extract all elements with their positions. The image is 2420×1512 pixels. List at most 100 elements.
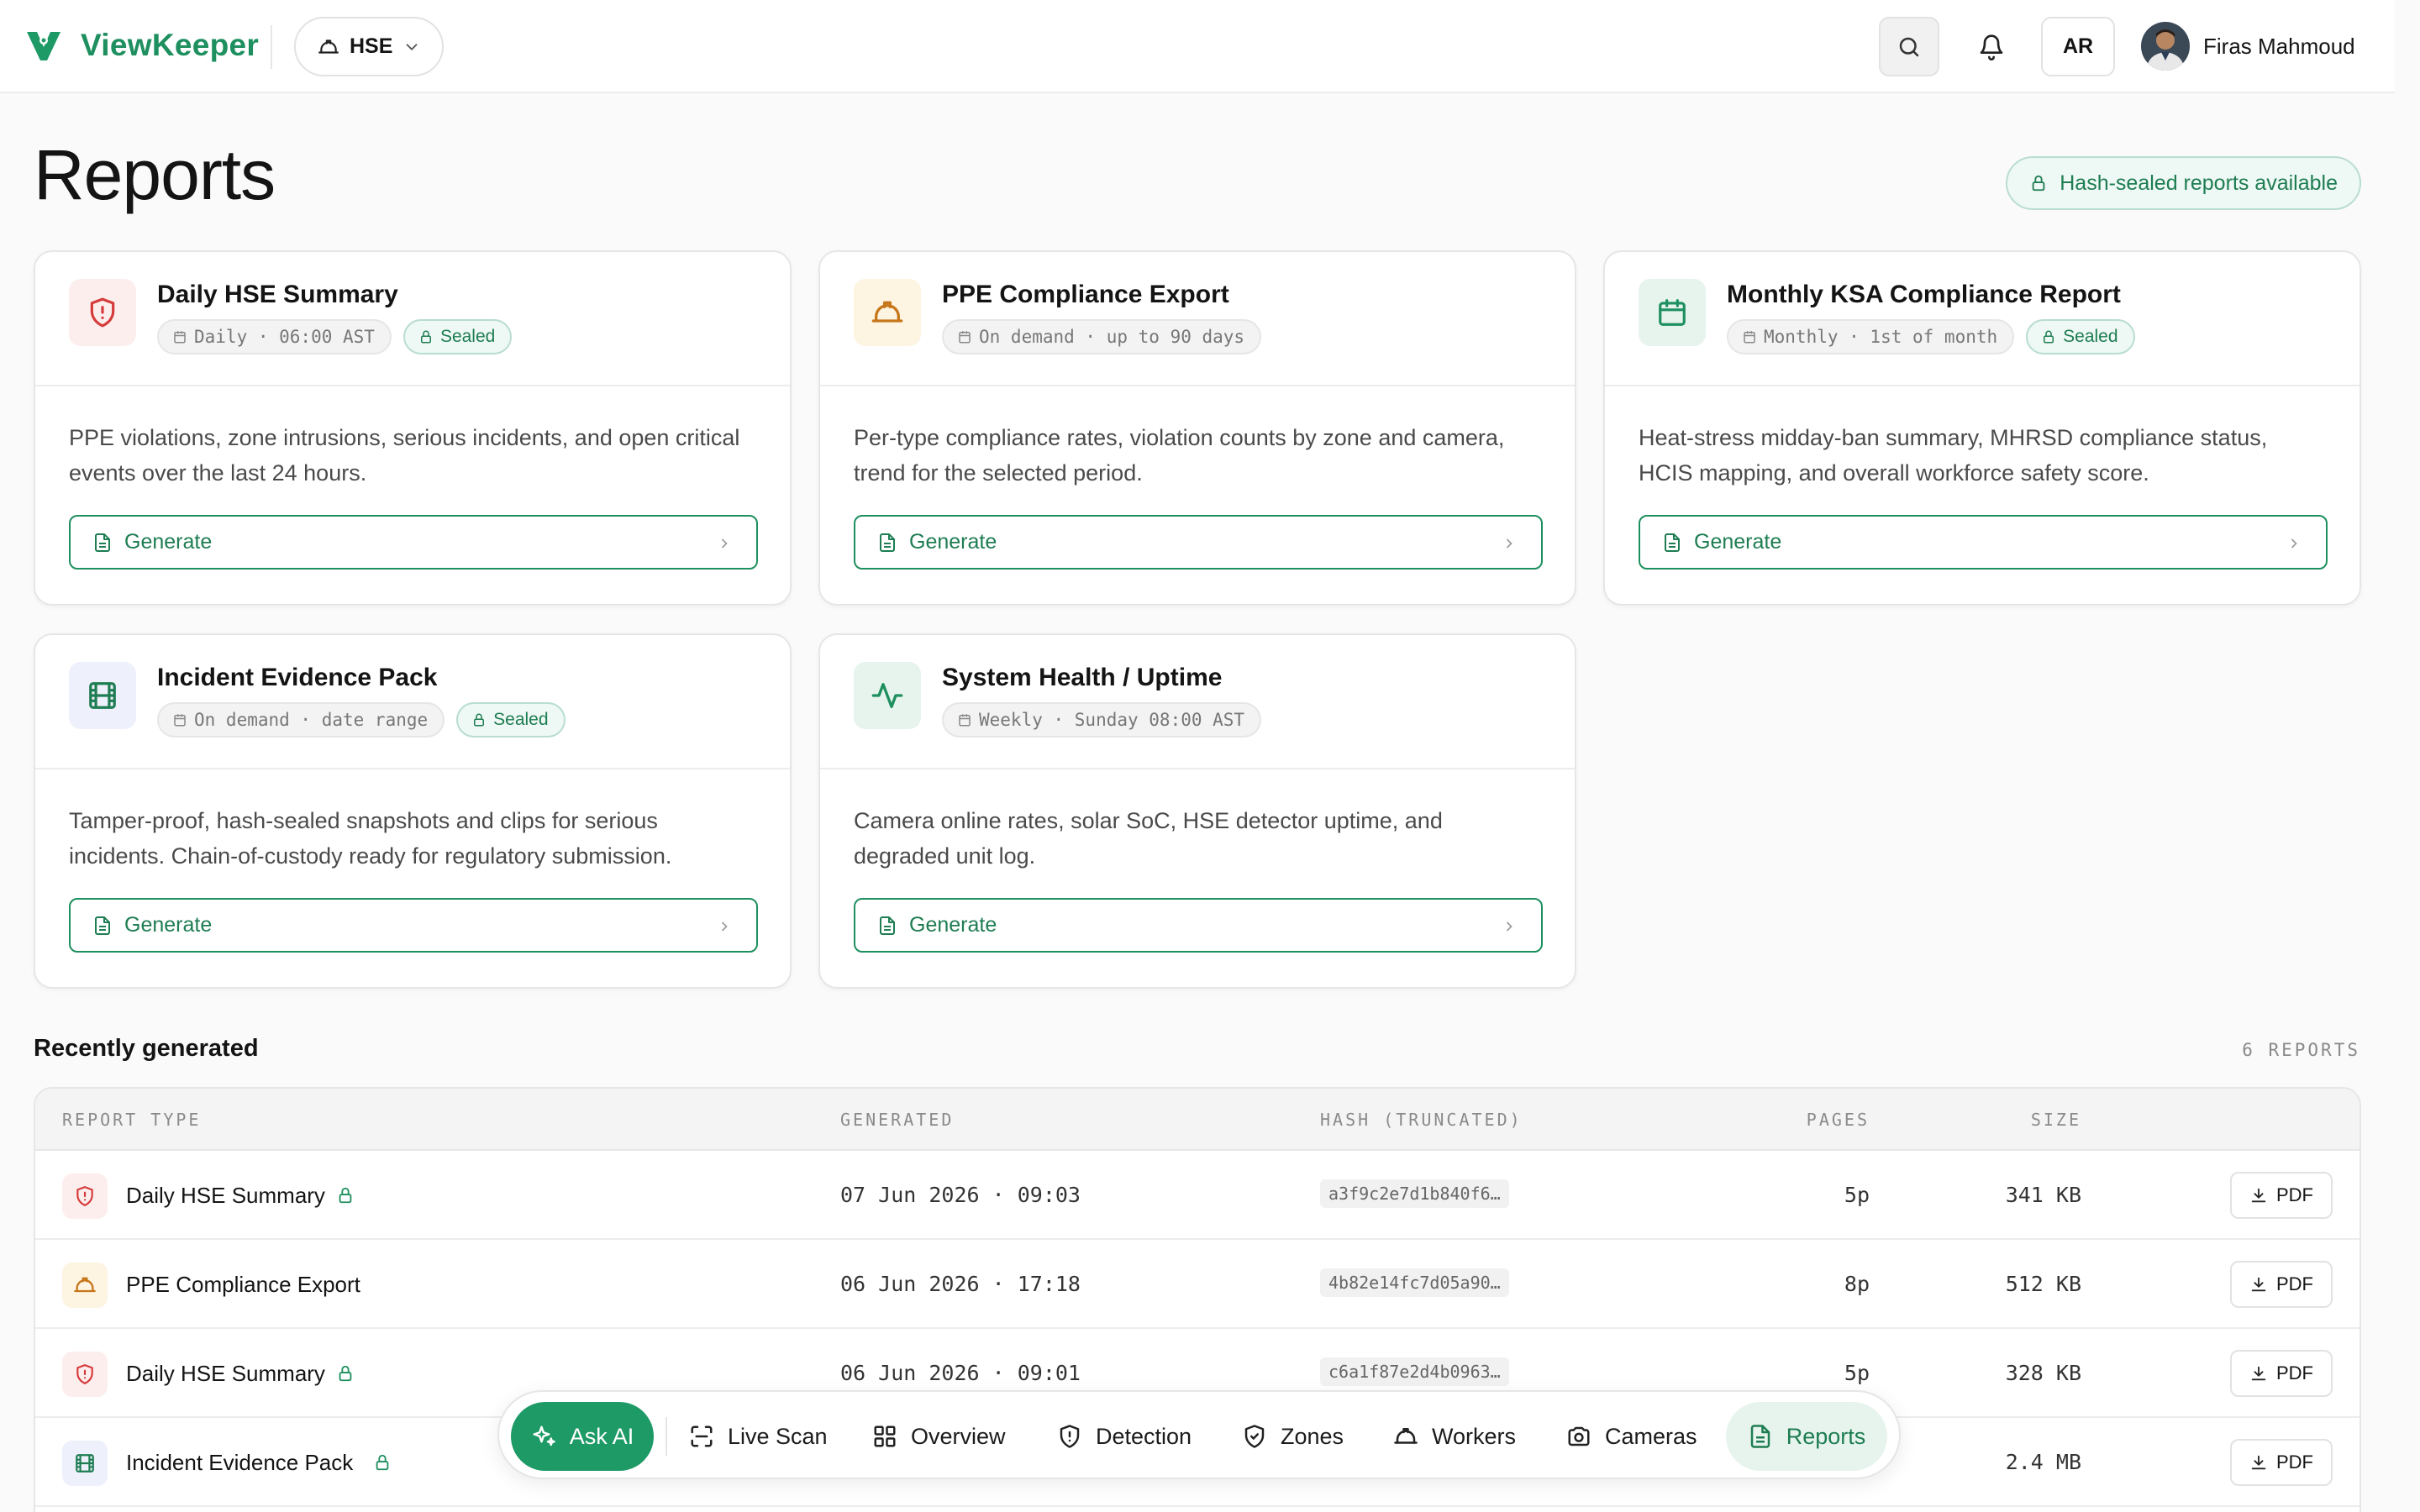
sealed-tag: Sealed <box>456 702 566 738</box>
column-header[interactable]: HASH (TRUNCATED) <box>1320 1110 1523 1130</box>
dock-divider <box>666 1417 667 1456</box>
generated-at: 06 Jun 2026 · 09:01 <box>840 1361 1081 1385</box>
nav-label: Overview <box>911 1423 1006 1449</box>
generate-label: Generate <box>124 530 213 554</box>
app-logo[interactable]: ViewKeeper <box>24 25 259 66</box>
column-header[interactable]: REPORT TYPE <box>62 1110 201 1130</box>
table-header: REPORT TYPE GENERATED HASH (TRUNCATED) P… <box>35 1089 2360 1151</box>
hash-value: 4b82e14fc7d05a90… <box>1320 1268 1509 1297</box>
search-button[interactable] <box>1879 17 1939 76</box>
file-text-icon <box>1750 1425 1770 1448</box>
schedule-label: On demand · date range <box>194 710 429 730</box>
chevron-right-icon <box>721 921 728 932</box>
download-icon <box>2251 1455 2266 1470</box>
generate-button[interactable]: Generate <box>854 515 1543 570</box>
top-bar: ViewKeeper HSE AR Firas Mahmoud <box>0 0 2395 93</box>
card-description: Tamper-proof, hash-sealed snapshots and … <box>69 808 672 869</box>
generate-label: Generate <box>909 913 997 937</box>
nav-live-scan[interactable]: Live Scan <box>689 1402 828 1471</box>
download-pdf-button[interactable]: PDF <box>2230 1439 2333 1486</box>
hash-sealed-label: Hash-sealed reports available <box>2060 171 2338 195</box>
generate-button[interactable]: Generate <box>69 898 758 953</box>
file-size: 2.4 MB <box>2005 1450 2081 1474</box>
lock-icon <box>2044 330 2054 344</box>
card-header: Incident Evidence Pack On demand · date … <box>35 635 790 769</box>
calendar-icon <box>174 714 186 727</box>
nav-workers[interactable]: Workers <box>1393 1402 1516 1471</box>
nav-label: Cameras <box>1605 1423 1697 1449</box>
generate-button[interactable]: Generate <box>854 898 1543 953</box>
nav-cameras[interactable]: Cameras <box>1566 1402 1697 1471</box>
hard-hat-icon <box>318 39 339 54</box>
chevron-right-icon <box>721 538 728 549</box>
report-card-incident-evidence: Incident Evidence Pack On demand · date … <box>34 633 792 989</box>
nav-label: Zones <box>1281 1423 1344 1449</box>
column-header[interactable]: SIZE <box>2031 1110 2081 1130</box>
sealed-tag: Sealed <box>402 319 513 354</box>
activity-icon <box>871 683 903 708</box>
card-title: PPE Compliance Export <box>942 281 1229 308</box>
user-menu[interactable]: Firas Mahmoud <box>2141 22 2355 71</box>
card-description: Camera online rates, solar SoC, HSE dete… <box>854 808 1443 869</box>
column-header[interactable]: GENERATED <box>840 1110 954 1130</box>
card-title: Monthly KSA Compliance Report <box>1727 281 2121 308</box>
recent-count: 6 REPORTS <box>2242 1040 2360 1060</box>
calendar-icon <box>1659 299 1686 326</box>
report-card-daily-hse: Daily HSE Summary Daily · 06:00 AST Seal… <box>34 250 792 606</box>
layout-grid-icon <box>874 1425 896 1447</box>
generate-button[interactable]: Generate <box>69 515 758 570</box>
download-pdf-button[interactable]: PDF <box>2230 1350 2333 1397</box>
table-row[interactable]: Daily HSE Summary 07 Jun 2026 · 09:03 a3… <box>35 1151 2360 1240</box>
ask-ai-button[interactable]: Ask AI <box>511 1402 654 1471</box>
header-divider <box>271 25 272 69</box>
generate-button[interactable]: Generate <box>1639 515 2328 570</box>
page-count: 5p <box>1844 1361 1870 1385</box>
report-type: PPE Compliance Export <box>126 1272 360 1297</box>
site-selector[interactable]: HSE <box>294 17 444 76</box>
nav-zones[interactable]: Zones <box>1242 1402 1344 1471</box>
card-header: System Health / Uptime Weekly · Sunday 0… <box>820 635 1575 769</box>
hash-value: c6a1f87e2d4b0963… <box>1320 1357 1509 1386</box>
card-description: Heat-stress midday-ban summary, MHRSD co… <box>1639 425 2268 486</box>
generate-label: Generate <box>1694 530 1782 554</box>
download-pdf-button[interactable]: PDF <box>2230 1172 2333 1219</box>
schedule-tag: Daily · 06:00 AST <box>157 319 392 354</box>
schedule-label: Monthly · 1st of month <box>1764 327 1998 347</box>
lock-icon <box>339 1187 352 1204</box>
download-pdf-button[interactable]: PDF <box>2230 1261 2333 1308</box>
schedule-tag: On demand · date range <box>157 702 445 738</box>
language-toggle[interactable]: AR <box>2041 17 2115 76</box>
viewkeeper-logo-icon <box>27 32 60 60</box>
nav-label: Live Scan <box>728 1423 828 1449</box>
calendar-icon <box>959 714 971 727</box>
sealed-label: Sealed <box>2063 327 2118 346</box>
shield-alert-icon <box>1060 1425 1080 1448</box>
hard-hat-icon <box>74 1277 96 1293</box>
calendar-icon <box>959 331 971 344</box>
download-icon <box>2251 1188 2266 1203</box>
bell-icon <box>1980 34 2003 60</box>
chevron-right-icon <box>1506 538 1512 549</box>
card-icon <box>854 662 921 729</box>
sealed-label: Sealed <box>439 327 496 346</box>
card-description: Per-type compliance rates, violation cou… <box>854 425 1505 486</box>
report-type: Incident Evidence Pack <box>126 1450 354 1475</box>
page-count: 5p <box>1844 1183 1870 1207</box>
sealed-label: Sealed <box>493 710 549 729</box>
report-card-ppe-compliance: PPE Compliance Export On demand · up to … <box>818 250 1576 606</box>
file-text-icon <box>95 533 110 552</box>
user-name: Firas Mahmoud <box>2203 33 2355 59</box>
notifications-button[interactable] <box>1961 17 2022 76</box>
file-size: 512 KB <box>2005 1272 2081 1296</box>
calendar-icon <box>1744 331 1755 344</box>
site-selector-label: HSE <box>350 34 393 58</box>
card-description: PPE violations, zone intrusions, serious… <box>69 425 740 486</box>
schedule-label: Daily · 06:00 AST <box>194 327 375 347</box>
column-header[interactable]: PAGES <box>1807 1110 1870 1130</box>
nav-overview[interactable]: Overview <box>872 1402 1006 1471</box>
nav-detection[interactable]: Detection <box>1057 1402 1192 1471</box>
generate-label: Generate <box>909 530 997 554</box>
generate-label: Generate <box>124 913 213 937</box>
nav-reports[interactable]: Reports <box>1726 1402 1887 1471</box>
table-row[interactable]: PPE Compliance Export 06 Jun 2026 · 17:1… <box>35 1240 2360 1329</box>
